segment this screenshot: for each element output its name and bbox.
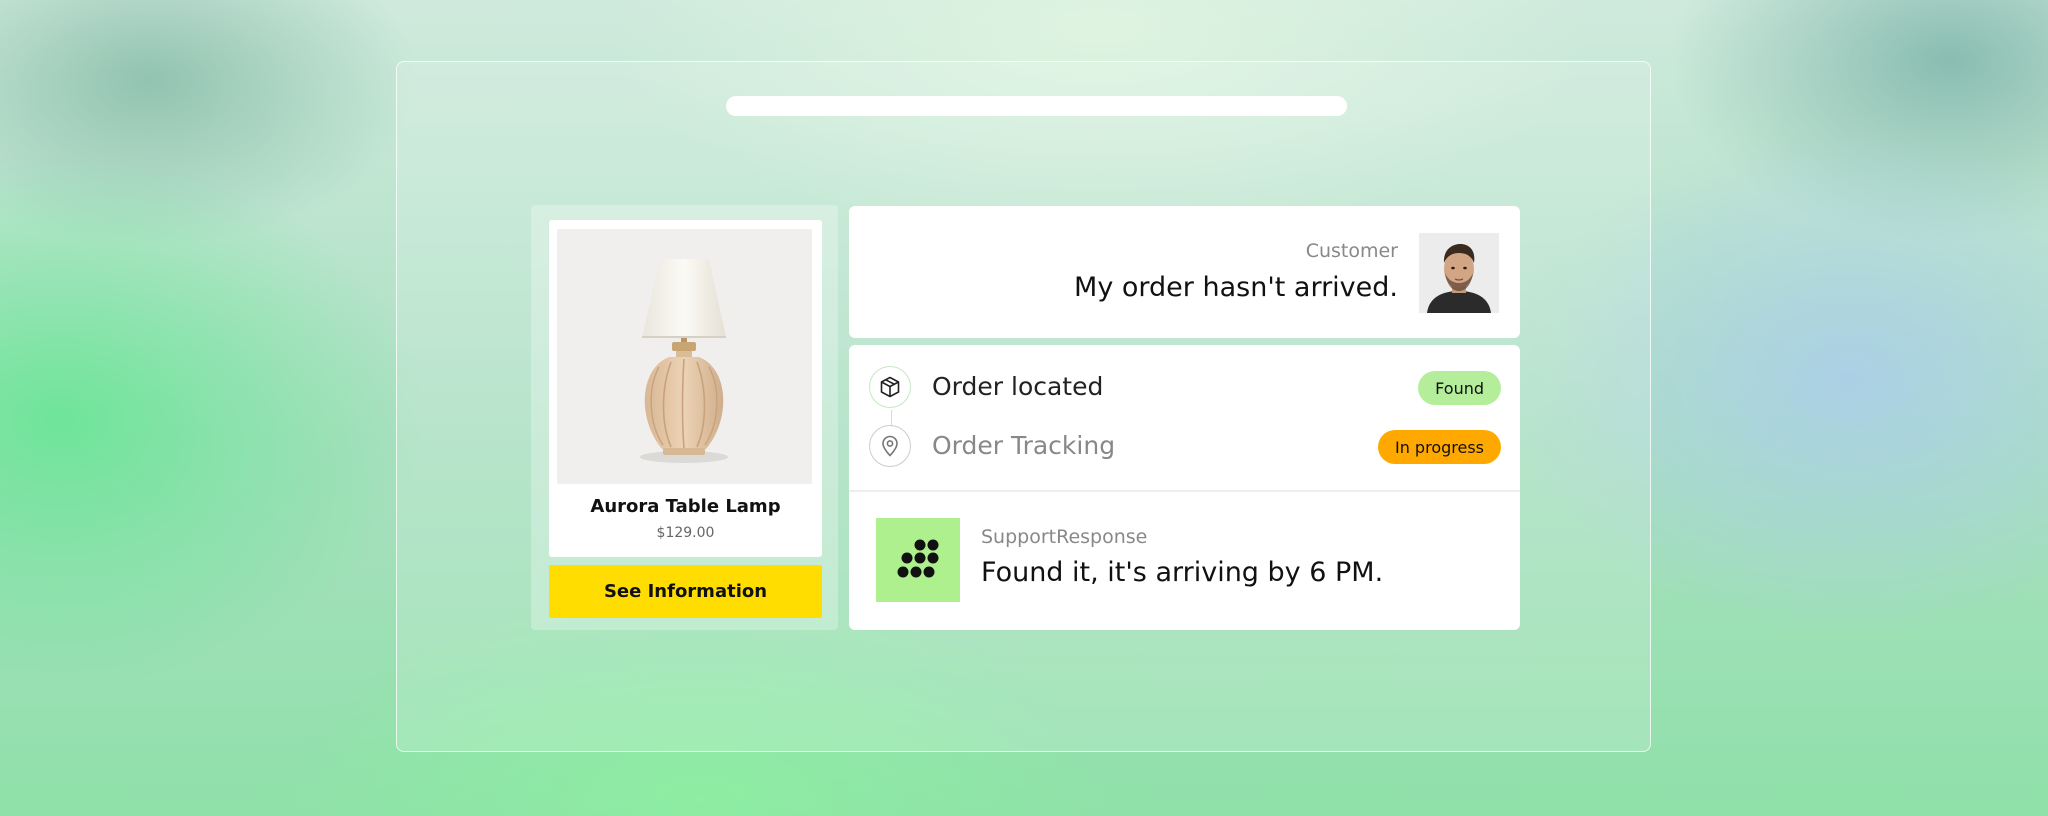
table-lamp-image xyxy=(640,259,728,463)
avatar xyxy=(1419,233,1499,313)
product-name: Aurora Table Lamp xyxy=(590,496,781,517)
step-order-tracking: Order Tracking In progress xyxy=(869,425,1501,469)
product-price: $129.00 xyxy=(656,525,715,541)
step-order-located: Order located Found xyxy=(869,366,1501,410)
package-icon xyxy=(869,366,911,408)
see-information-button[interactable]: See Information xyxy=(549,565,822,618)
status-badge: Found xyxy=(1418,371,1501,405)
customer-avatar-image xyxy=(1419,233,1499,313)
support-message: Found it, it's arriving by 6 PM. xyxy=(981,557,1384,588)
status-badge: In progress xyxy=(1377,430,1501,464)
customer-label: Customer xyxy=(1305,240,1398,262)
dots-logo-icon xyxy=(897,539,939,578)
customer-message: My order hasn't arrived. xyxy=(1074,272,1398,303)
customer-message-card: Customer My order hasn't arrived. xyxy=(849,206,1520,338)
address-bar[interactable] xyxy=(726,96,1347,116)
divider xyxy=(849,490,1520,492)
support-brand-logo xyxy=(876,518,960,602)
product-card: Aurora Table Lamp $129.00 xyxy=(549,220,822,557)
order-status-card: Order located Found Order Tracking In pr… xyxy=(849,345,1520,630)
step-label: Order Tracking xyxy=(932,431,1116,460)
support-label: SupportResponse xyxy=(981,526,1148,548)
step-label: Order located xyxy=(932,372,1104,401)
product-image xyxy=(557,229,812,484)
location-pin-icon xyxy=(869,425,911,467)
